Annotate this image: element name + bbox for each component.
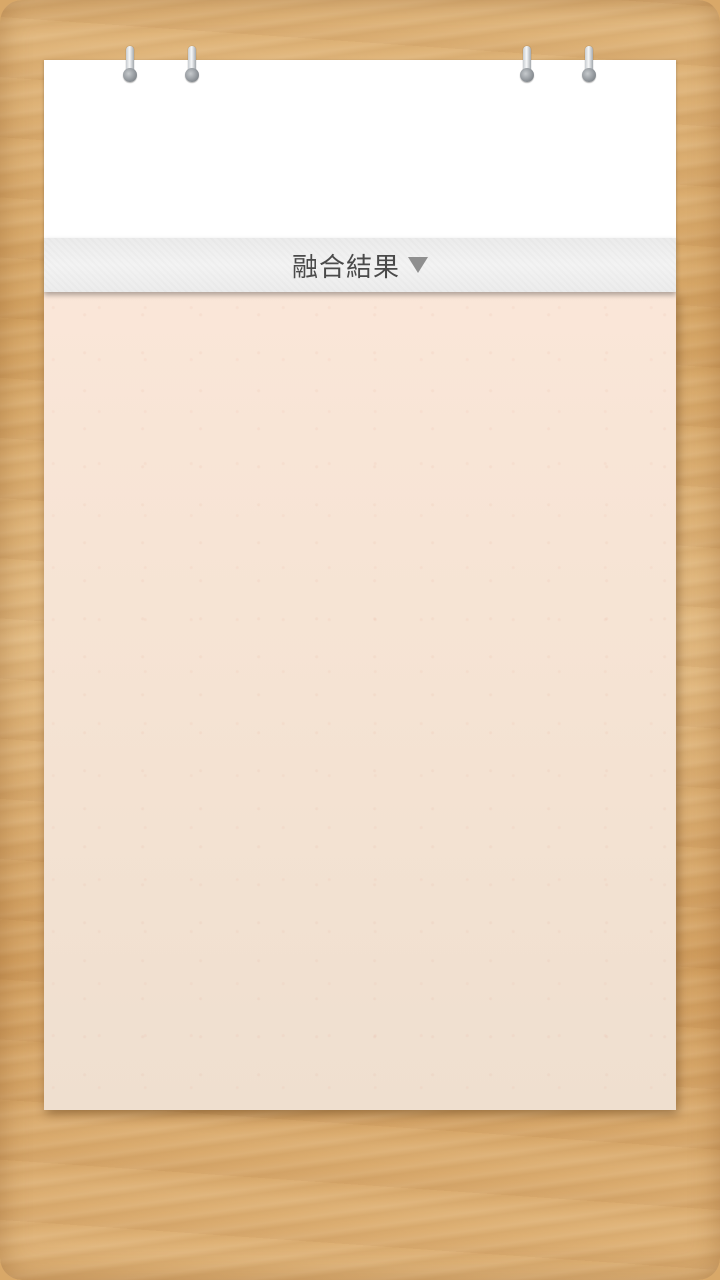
triangle-down-icon — [408, 257, 428, 273]
result-selector-dropdown[interactable]: 融合結果 — [44, 238, 676, 292]
header-title: 融合結果 — [291, 252, 400, 283]
result-paper-area — [44, 292, 676, 1110]
binder-ring-icon — [123, 46, 137, 82]
binder-ring-icon — [185, 46, 199, 82]
binder-ring-icon — [582, 46, 596, 82]
top-sheet — [44, 60, 676, 240]
binder-ring-icon — [520, 46, 534, 82]
